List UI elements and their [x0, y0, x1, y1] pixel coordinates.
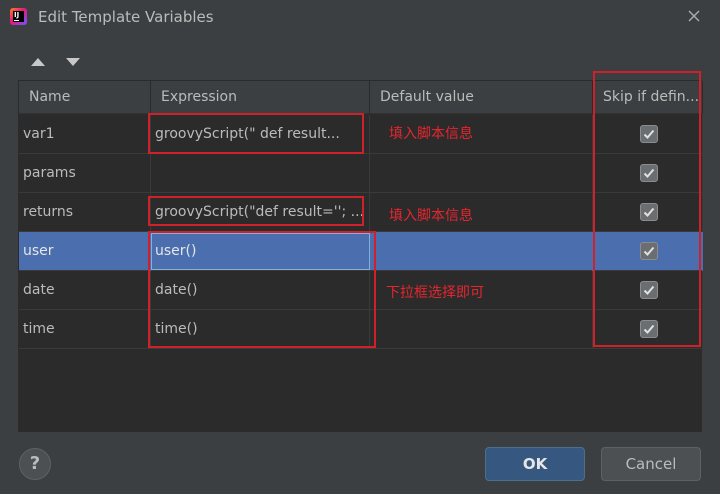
default-value-cell[interactable] [370, 232, 593, 271]
title-bar: IJ Edit Template Variables [0, 0, 720, 34]
variable-name-cell[interactable]: returns [19, 193, 151, 232]
ok-button[interactable]: OK [485, 447, 585, 481]
annotation-note-var1: 填入脚本信息 [389, 126, 473, 142]
annotation-note-dropdown: 下拉框选择即可 [386, 285, 484, 301]
variable-name-cell[interactable]: user [19, 232, 151, 271]
variable-name-cell[interactable]: params [19, 154, 151, 193]
app-icon-text: IJ [14, 11, 20, 19]
default-value-cell[interactable] [370, 154, 593, 193]
default-value-cell[interactable] [370, 310, 593, 349]
cancel-button[interactable]: Cancel [601, 447, 701, 481]
expression-cell[interactable] [151, 154, 370, 193]
annotation-box-skip-column [593, 71, 701, 347]
column-header-name[interactable]: Name [19, 81, 151, 114]
variable-name-cell[interactable]: var1 [19, 115, 151, 154]
column-header-default-value[interactable]: Default value [370, 81, 593, 114]
dialog-title: Edit Template Variables [38, 8, 214, 26]
triangle-up-icon[interactable] [28, 54, 48, 70]
annotation-note-returns: 填入脚本信息 [389, 208, 473, 224]
annotation-box-returns [148, 196, 364, 226]
help-button[interactable]: ? [19, 448, 51, 480]
annotation-box-var1 [148, 113, 364, 154]
close-icon[interactable] [684, 6, 704, 26]
variable-name-cell[interactable]: time [19, 310, 151, 349]
intellij-app-icon: IJ [10, 8, 27, 25]
variable-name-cell[interactable]: date [19, 271, 151, 310]
triangle-down-icon[interactable] [63, 54, 83, 70]
column-header-expression[interactable]: Expression [151, 81, 370, 114]
annotation-box-dropdown [148, 231, 376, 348]
